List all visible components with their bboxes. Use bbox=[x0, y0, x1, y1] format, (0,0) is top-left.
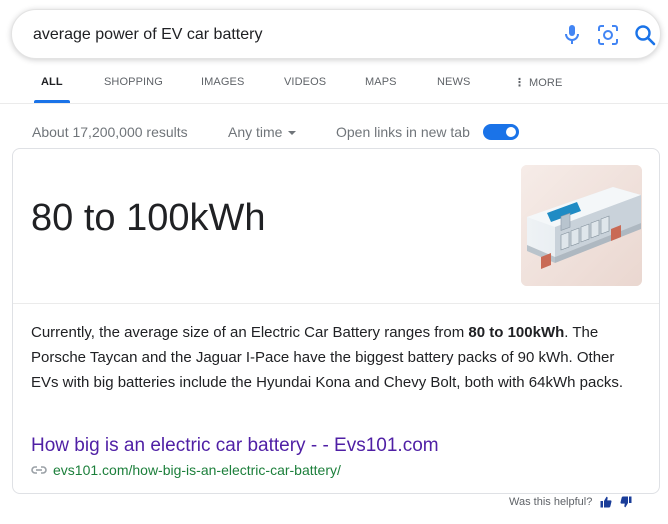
open-new-tab-label: Open links in new tab bbox=[336, 124, 470, 140]
snippet-before: Currently, the average size of an Electr… bbox=[31, 324, 469, 341]
snippet-bold: 80 to 100kWh bbox=[468, 324, 565, 341]
featured-snippet-card: 80 to 100kWh Currently, the average size… bbox=[12, 148, 660, 494]
feedback-row: Was this helpful? bbox=[509, 496, 632, 508]
tab-images[interactable]: IMAGES bbox=[201, 76, 244, 88]
mic-icon[interactable] bbox=[560, 23, 584, 47]
tab-shopping[interactable]: SHOPPING bbox=[104, 76, 163, 88]
tab-news[interactable]: NEWS bbox=[437, 76, 470, 88]
thumbs-down-icon[interactable] bbox=[620, 496, 632, 508]
tab-videos[interactable]: VIDEOS bbox=[284, 76, 326, 88]
battery-image bbox=[521, 165, 642, 286]
battery-thumbnail[interactable] bbox=[521, 165, 642, 286]
search-results-page: ALL SHOPPING IMAGES VIDEOS MAPS NEWS ⋮ MO… bbox=[0, 0, 668, 524]
more-dots-icon: ⋮ bbox=[514, 77, 525, 89]
search-input[interactable] bbox=[33, 22, 533, 48]
open-new-tab-toggle[interactable] bbox=[483, 124, 519, 140]
results-count: About 17,200,000 results bbox=[32, 124, 188, 140]
result-url-row: evs101.com/how-big-is-an-electric-car-ba… bbox=[31, 462, 341, 478]
search-bar[interactable] bbox=[11, 9, 661, 59]
tools-row: About 17,200,000 results Any time Open l… bbox=[0, 118, 668, 146]
tab-more[interactable]: ⋮ MORE bbox=[514, 76, 562, 89]
toggle-knob bbox=[506, 127, 516, 137]
caret-down-icon bbox=[288, 131, 297, 135]
active-tab-indicator bbox=[34, 100, 70, 103]
result-title-link[interactable]: How big is an electric car battery - - E… bbox=[31, 435, 439, 457]
search-icon[interactable] bbox=[633, 23, 657, 47]
featured-answer: 80 to 100kWh bbox=[31, 197, 266, 239]
snippet-text: Currently, the average size of an Electr… bbox=[31, 320, 643, 395]
tab-more-label: MORE bbox=[529, 77, 563, 89]
link-icon bbox=[31, 465, 47, 475]
tab-maps[interactable]: MAPS bbox=[365, 76, 397, 88]
time-filter-dropdown[interactable]: Any time bbox=[228, 124, 297, 140]
thumbs-up-icon[interactable] bbox=[600, 496, 612, 508]
tab-all[interactable]: ALL bbox=[41, 76, 63, 88]
feedback-question: Was this helpful? bbox=[509, 496, 593, 508]
search-tabs: ALL SHOPPING IMAGES VIDEOS MAPS NEWS ⋮ MO… bbox=[0, 62, 668, 104]
lens-icon[interactable] bbox=[596, 23, 620, 47]
card-divider bbox=[13, 303, 659, 304]
result-url[interactable]: evs101.com/how-big-is-an-electric-car-ba… bbox=[53, 462, 341, 478]
time-filter-label: Any time bbox=[228, 124, 283, 140]
